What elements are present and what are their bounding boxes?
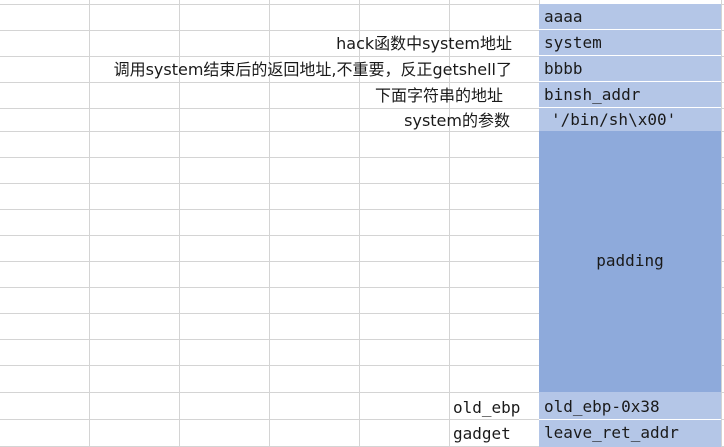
stack-cell-old-ebp[interactable]: old_ebp-0x38 xyxy=(539,394,721,420)
stack-top-region: aaaa system bbbb binsh_addr '/bin/sh\x00… xyxy=(539,4,721,133)
stack-cell-leave-ret[interactable]: leave_ret_addr xyxy=(539,420,721,446)
annotation-return-address[interactable]: 调用system结束后的返回地址,不重要，反正getshell了 xyxy=(0,57,512,83)
stack-cell-bbbb[interactable]: bbbb xyxy=(539,56,721,82)
annotation-string-address[interactable]: 下面字符串的地址 xyxy=(0,83,503,109)
stack-cell-system[interactable]: system xyxy=(539,30,721,56)
padding-label: padding xyxy=(596,251,664,270)
stack-padding-region[interactable]: padding xyxy=(539,131,721,392)
annotation-gadget[interactable]: gadget xyxy=(453,421,511,447)
stack-cell-aaaa[interactable]: aaaa xyxy=(539,4,721,30)
annotation-system-param[interactable]: system的参数 xyxy=(0,108,510,134)
stack-cell-binsh-string[interactable]: '/bin/sh\x00' xyxy=(539,107,721,133)
column-divider xyxy=(721,0,722,447)
annotation-hack-system[interactable]: hack函数中system地址 xyxy=(0,31,512,57)
stack-cell-binsh-addr[interactable]: binsh_addr xyxy=(539,82,721,108)
stack-bottom-region: old_ebp-0x38 leave_ret_addr xyxy=(539,392,721,447)
annotation-old-ebp[interactable]: old_ebp xyxy=(453,395,520,421)
